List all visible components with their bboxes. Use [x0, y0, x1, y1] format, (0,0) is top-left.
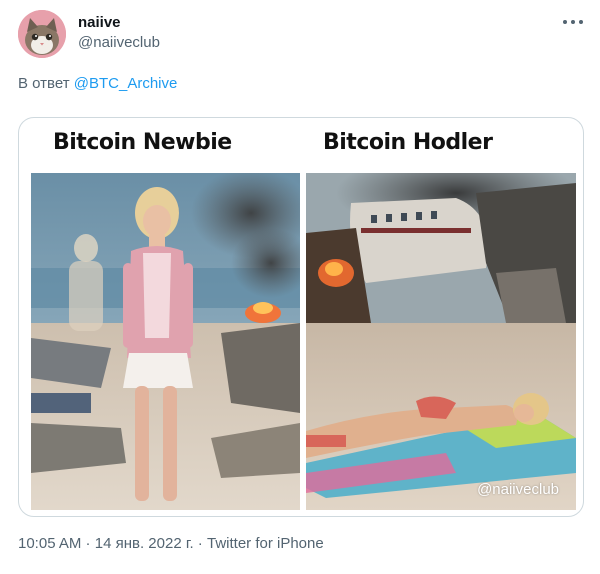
author-name[interactable]: naiive [78, 14, 121, 31]
tweet-time[interactable]: 10:05 AM [18, 535, 81, 552]
avatar[interactable] [18, 10, 66, 58]
tweet: naiive @naiiveclub В ответ @BTC_Archive … [0, 0, 600, 574]
tweet-metadata: 10:05 AM · 14 янв. 2022 г. · Twitter for… [18, 535, 324, 552]
media-watermark: @naiiveclub [477, 481, 559, 498]
author-handle[interactable]: @naiiveclub [78, 34, 160, 51]
more-icon[interactable] [562, 12, 584, 32]
tweet-date[interactable]: 14 янв. 2022 г. [95, 535, 194, 552]
reply-context: В ответ @BTC_Archive [18, 75, 177, 92]
reply-prefix: В ответ [18, 75, 70, 92]
meme-left-photo [31, 173, 300, 510]
meme-right-title: Bitcoin Hodler [323, 130, 493, 155]
reply-mention-link[interactable]: @BTC_Archive [74, 75, 178, 92]
tweet-source-link[interactable]: Twitter for iPhone [207, 535, 324, 552]
tweet-media[interactable]: Bitcoin Newbie Bitcoin Hodler @naiiveclu… [18, 117, 584, 517]
meme-left-title: Bitcoin Newbie [53, 130, 232, 155]
meta-separator: · [193, 535, 207, 552]
meta-separator: · [81, 535, 95, 552]
cat-avatar-icon [18, 10, 66, 58]
meme-right-photo [306, 173, 576, 510]
